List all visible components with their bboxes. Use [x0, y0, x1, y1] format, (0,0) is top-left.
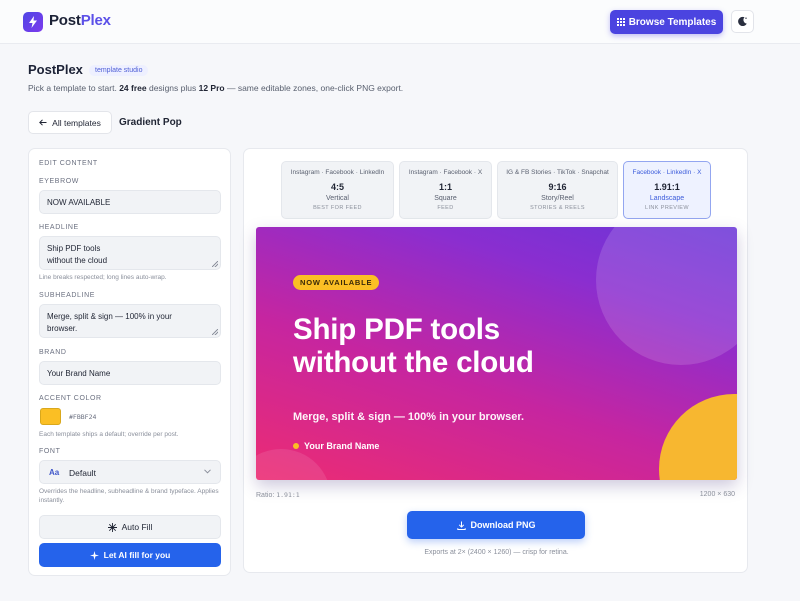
- logo-prefix: Post: [49, 12, 81, 29]
- font-label: FONT: [39, 448, 61, 455]
- ratio-readout-label: Ratio:: [256, 492, 277, 499]
- ratio-tab-4-5[interactable]: Instagram · Facebook · LinkedIn 4:5 Vert…: [281, 161, 394, 219]
- ai-sparkle-icon: [89, 550, 99, 560]
- headline-textarea[interactable]: Ship PDF tools without the cloud: [39, 236, 221, 270]
- ratio-tab-platforms: Instagram · Facebook · X: [408, 169, 483, 176]
- edit-content-heading: EDIT CONTENT: [39, 160, 98, 167]
- preview-headline-line-1: Ship PDF tools: [293, 313, 500, 346]
- all-templates-button[interactable]: All templates: [28, 111, 112, 134]
- ratio-tab-orientation: Vertical: [326, 195, 349, 202]
- theme-toggle-button[interactable]: [731, 10, 754, 33]
- current-template-name: Gradient Pop: [119, 117, 182, 128]
- eyebrow-input[interactable]: NOW AVAILABLE: [39, 190, 221, 214]
- auto-fill-label: Auto Fill: [121, 522, 153, 532]
- export-note: Exports at 2× (2400 × 1260) — crisp for …: [424, 549, 569, 556]
- subheadline-label: SUBHEADLINE: [39, 292, 96, 299]
- ratio-tab-ratio: 1.91:1: [654, 182, 680, 192]
- intro-text-2: designs plus: [146, 83, 199, 93]
- preview-brand: Your Brand Name: [293, 441, 379, 451]
- sparkle-icon: [107, 522, 117, 532]
- ratio-tab-orientation: Landscape: [649, 195, 685, 202]
- ratio-readout-value: 1.91:1: [276, 491, 300, 499]
- preview-canvas: NOW AVAILABLE Ship PDF tools without the…: [256, 227, 737, 480]
- intro-description: Pick a template to start. 24 free design…: [28, 83, 403, 93]
- arrow-left-icon: [39, 119, 47, 126]
- font-select-value: Default: [69, 468, 96, 478]
- subheadline-input-line-2: browser.: [47, 324, 78, 333]
- brand-label: BRAND: [39, 349, 67, 356]
- ratio-tab-use: STORIES & REELS: [530, 205, 585, 211]
- ratio-tab-orientation: Square: [434, 195, 457, 202]
- ai-fill-button[interactable]: Let AI fill for you: [39, 543, 221, 567]
- font-select[interactable]: Aa Default: [39, 460, 221, 484]
- app-logo-text[interactable]: PostPlex: [49, 12, 111, 29]
- accent-color-label: ACCENT COLOR: [39, 395, 102, 402]
- decor-circle-accent: [659, 394, 737, 480]
- grid-icon: [616, 18, 625, 26]
- ratio-tab-use: BEST FOR FEED: [313, 205, 362, 211]
- ratio-tab-1-91-1[interactable]: Facebook · LinkedIn · X 1.91:1 Landscape…: [623, 161, 711, 219]
- dimensions-readout: 1200 × 630: [699, 491, 735, 498]
- download-png-button[interactable]: Download PNG: [407, 511, 585, 539]
- ratio-tab-ratio: 1:1: [438, 182, 452, 192]
- brand-input[interactable]: Your Brand Name: [39, 361, 221, 385]
- ratio-tab-9-16[interactable]: IG & FB Stories · TikTok · Snapchat 9:16…: [497, 161, 618, 219]
- logo-suffix: Plex: [80, 12, 111, 29]
- preview-headline-line-2: without the cloud: [293, 346, 534, 379]
- accent-color-hex: #FBBF24: [69, 413, 97, 421]
- free-count: 24 free: [119, 83, 147, 93]
- headline-hint: Line breaks respected; long lines auto-w…: [39, 274, 167, 281]
- ratio-tab-platforms: Instagram · Facebook · LinkedIn: [290, 169, 385, 176]
- font-aa-icon: Aa: [49, 468, 60, 477]
- lightning-logo-icon[interactable]: [23, 12, 43, 32]
- preview-panel: Instagram · Facebook · LinkedIn 4:5 Vert…: [243, 148, 748, 573]
- ratio-tab-orientation: Story/Reel: [541, 195, 574, 202]
- auto-fill-button[interactable]: Auto Fill: [39, 515, 221, 539]
- ratio-tab-ratio: 4:5: [330, 182, 344, 192]
- headline-label: HEADLINE: [39, 224, 79, 231]
- accent-color-hint: Each template ships a default; override …: [39, 431, 179, 438]
- preview-brand-name: Your Brand Name: [304, 441, 380, 451]
- download-icon: [456, 521, 466, 530]
- ratio-tab-ratio: 9:16: [548, 182, 567, 192]
- brand-dot-icon: [293, 443, 299, 449]
- headline-input-line-1: Ship PDF tools: [47, 244, 101, 253]
- studio-badge: template studio: [89, 65, 149, 76]
- intro-text-1: Pick a template to start.: [28, 83, 120, 93]
- ratio-tab-1-1[interactable]: Instagram · Facebook · X 1:1 Square FEED: [399, 161, 492, 219]
- preview-eyebrow-badge: NOW AVAILABLE: [293, 275, 380, 290]
- pro-count: 12 Pro: [198, 83, 225, 93]
- accent-color-swatch[interactable]: [40, 408, 61, 425]
- decor-circle-bottom-left: [256, 449, 331, 480]
- all-templates-label: All templates: [52, 117, 101, 128]
- decor-circle-top-right: [596, 227, 737, 365]
- subheadline-input-line-1: Merge, split & sign — 100% in your: [47, 312, 172, 321]
- top-bar: PostPlex Browse Templates: [0, 0, 800, 44]
- ratio-tab-platforms: IG & FB Stories · TikTok · Snapchat: [506, 169, 609, 176]
- eyebrow-label: EYEBROW: [39, 178, 79, 185]
- subheadline-textarea[interactable]: Merge, split & sign — 100% in your brows…: [39, 304, 221, 338]
- edit-content-panel: EDIT CONTENT EYEBROW NOW AVAILABLE HEADL…: [28, 148, 231, 576]
- ratio-readout: Ratio: 1.91:1: [256, 491, 300, 499]
- page-title: PostPlex: [28, 62, 83, 77]
- download-png-label: Download PNG: [470, 520, 536, 530]
- ratio-tab-use: LINK PREVIEW: [645, 205, 689, 211]
- headline-input-line-2: without the cloud: [47, 256, 108, 265]
- browse-templates-label: Browse Templates: [628, 16, 717, 28]
- preview-headline: Ship PDF tools without the cloud: [293, 313, 534, 379]
- ratio-tab-use: FEED: [437, 205, 454, 211]
- preview-subheadline: Merge, split & sign — 100% in your brows…: [293, 411, 525, 423]
- intro-text-3: — same editable zones, one-click PNG exp…: [224, 83, 404, 93]
- browse-templates-button[interactable]: Browse Templates: [610, 10, 723, 34]
- ai-fill-label: Let AI fill for you: [103, 550, 171, 560]
- font-hint: Overrides the headline, subheadline & br…: [39, 488, 219, 504]
- moon-icon: [738, 16, 747, 27]
- chevron-down-icon: [204, 469, 211, 474]
- ratio-tab-platforms: Facebook · LinkedIn · X: [632, 169, 702, 176]
